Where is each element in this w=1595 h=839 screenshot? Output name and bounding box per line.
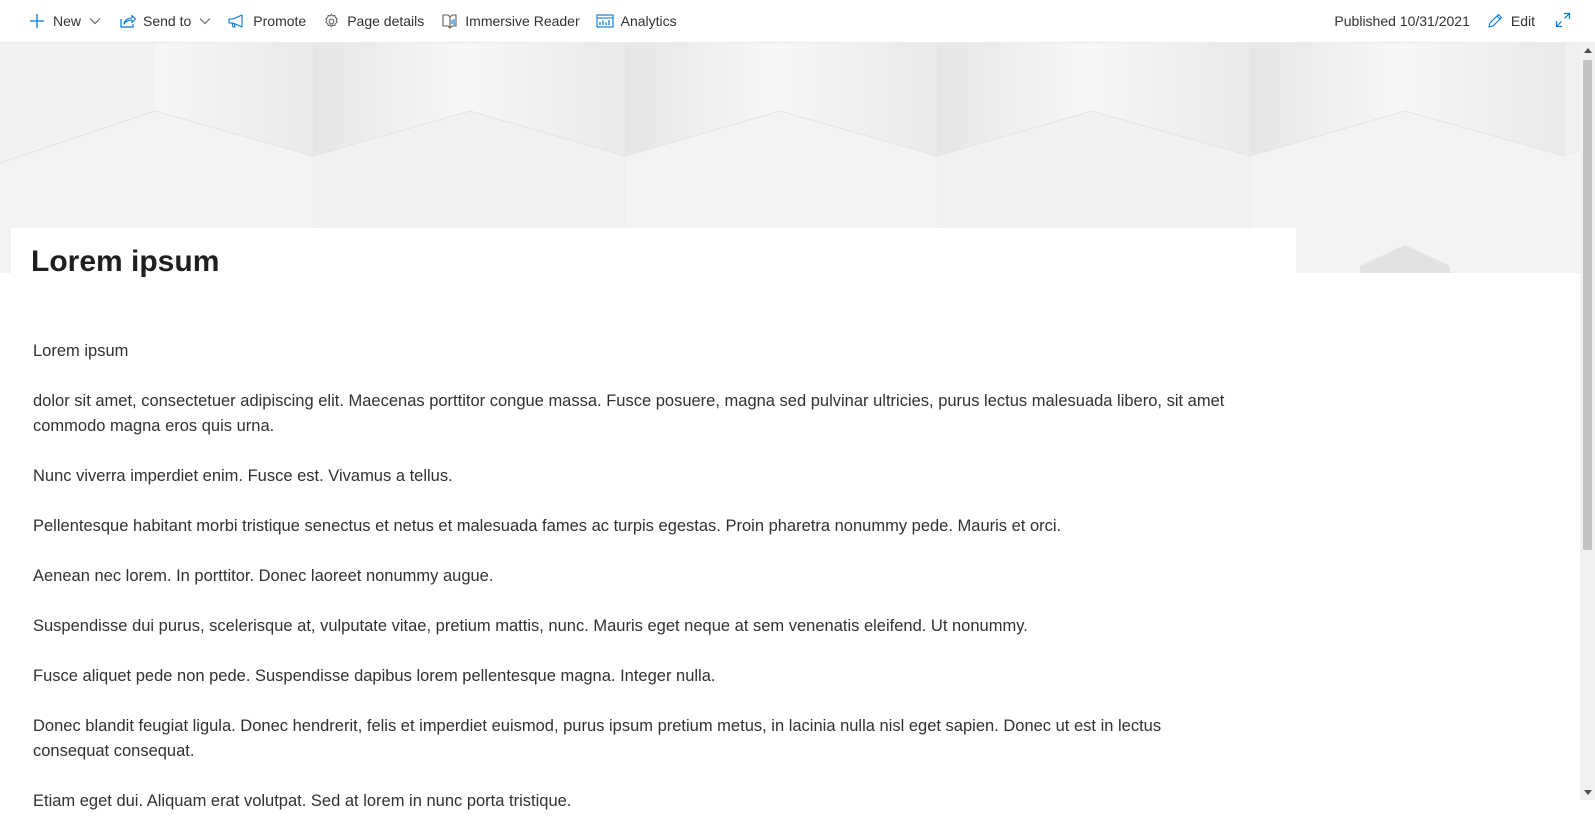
promote-button-label: Promote bbox=[253, 13, 307, 29]
analytics-icon bbox=[596, 12, 614, 30]
content-paragraph: Lorem ipsum bbox=[33, 342, 129, 360]
immersive-reader-button-label: Immersive Reader bbox=[465, 13, 580, 29]
immersive-reader-button[interactable]: Immersive Reader bbox=[432, 0, 587, 42]
edit-button[interactable]: Edit bbox=[1478, 0, 1543, 42]
page-title: Lorem ipsum bbox=[31, 245, 220, 278]
new-button[interactable]: New bbox=[20, 0, 110, 42]
scroll-up-arrow-icon[interactable] bbox=[1580, 43, 1595, 58]
gear-icon bbox=[322, 12, 340, 30]
content-paragraph: Fusce aliquet pede non pede. Suspendisse… bbox=[33, 667, 716, 685]
send-to-button-label: Send to bbox=[143, 13, 192, 29]
command-bar: New Send to Promote Page details Immersi… bbox=[0, 0, 1595, 43]
page-details-button[interactable]: Page details bbox=[314, 0, 432, 42]
share-icon bbox=[118, 12, 136, 30]
expand-button[interactable] bbox=[1543, 0, 1575, 42]
content-paragraph: dolor sit amet, consectetuer adipiscing … bbox=[33, 392, 1225, 435]
page-content: Lorem ipsum dolor sit amet, consectetuer… bbox=[33, 339, 1233, 839]
chevron-down-icon bbox=[198, 14, 212, 28]
content-paragraph: Aenean nec lorem. In porttitor. Donec la… bbox=[33, 567, 494, 585]
expand-icon bbox=[1555, 12, 1571, 31]
content-paragraph: Nunc viverra imperdiet enim. Fusce est. … bbox=[33, 467, 453, 485]
content-paragraph: Pellentesque habitant morbi tristique se… bbox=[33, 517, 1062, 535]
content-paragraph: Suspendisse dui purus, scelerisque at, v… bbox=[33, 617, 1028, 635]
send-to-button[interactable]: Send to bbox=[110, 0, 220, 42]
published-status: Published 10/31/2021 bbox=[1334, 13, 1470, 29]
content-paragraph: Etiam eget dui. Aliquam erat volutpat. S… bbox=[33, 792, 572, 810]
immersive-reader-icon bbox=[440, 12, 458, 30]
command-bar-left: New Send to Promote Page details Immersi… bbox=[20, 0, 685, 42]
pencil-icon bbox=[1486, 12, 1504, 30]
command-bar-right: Published 10/31/2021 Edit bbox=[1326, 0, 1575, 42]
chevron-down-icon bbox=[88, 14, 102, 28]
vertical-scrollbar[interactable] bbox=[1580, 43, 1595, 800]
scrollbar-thumb[interactable] bbox=[1583, 60, 1592, 550]
page-details-button-label: Page details bbox=[347, 13, 425, 29]
edit-button-label: Edit bbox=[1510, 13, 1535, 29]
plus-icon bbox=[28, 12, 46, 30]
analytics-button[interactable]: Analytics bbox=[588, 0, 685, 42]
new-button-label: New bbox=[53, 13, 82, 29]
content-paragraph: Donec blandit feugiat ligula. Donec hend… bbox=[33, 717, 1162, 760]
scroll-down-arrow-icon[interactable] bbox=[1580, 785, 1595, 800]
megaphone-icon bbox=[228, 12, 246, 30]
analytics-button-label: Analytics bbox=[620, 13, 677, 29]
promote-button[interactable]: Promote bbox=[220, 0, 314, 42]
